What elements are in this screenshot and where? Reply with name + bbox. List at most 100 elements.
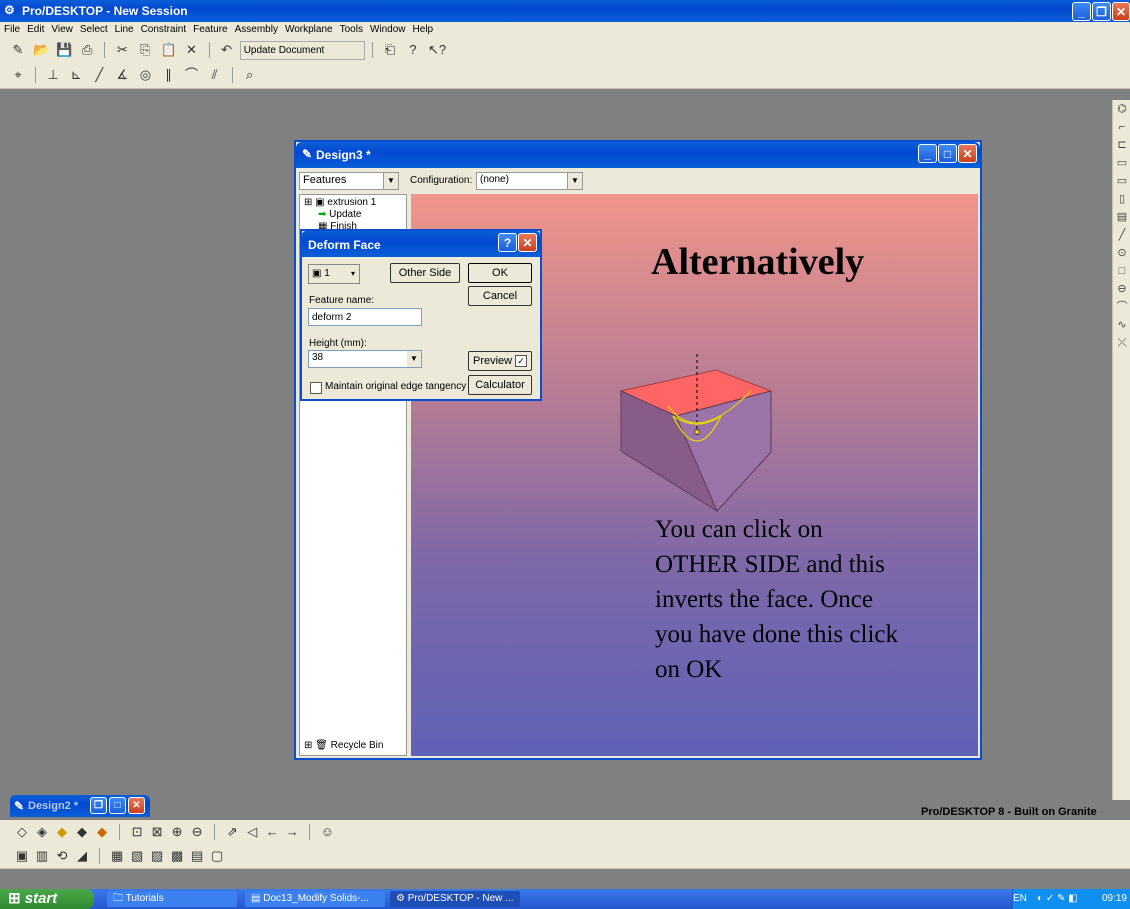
open-icon[interactable]: 📂 — [33, 42, 49, 58]
fillet-icon[interactable]: ▦ — [109, 848, 125, 864]
menu-workplane[interactable]: Workplane — [285, 24, 333, 35]
chevron-down-icon[interactable]: ▾ — [351, 265, 355, 283]
shaded-edges-icon[interactable]: ◆ — [74, 824, 90, 840]
taskbar-item-prodesktop[interactable]: ⚙ Pro/DESKTOP - New ... — [390, 891, 520, 907]
revolve-icon[interactable]: ▥ — [34, 848, 50, 864]
design2-restore-button[interactable]: ❐ — [90, 797, 107, 814]
undo-icon[interactable]: ↶ — [219, 42, 235, 58]
menu-edit[interactable]: Edit — [27, 24, 44, 35]
start-button[interactable]: ⊞ start — [0, 889, 94, 909]
copy-icon[interactable]: ⎘ — [137, 42, 153, 58]
tree-item[interactable]: ➡ Update — [318, 209, 361, 220]
design2-minimized-window[interactable]: ✎ Design2 * ❐ □ ✕ — [10, 795, 150, 817]
zoom-window-icon[interactable]: ⊠ — [149, 824, 165, 840]
enhanced-icon[interactable]: ◆ — [94, 824, 110, 840]
spline-icon[interactable]: ∿ — [1113, 316, 1130, 334]
ellipse-icon[interactable]: ⊖ — [1113, 280, 1130, 298]
height-combo[interactable]: 38 ▼ — [308, 350, 422, 368]
update-document-button[interactable]: Update Document — [239, 40, 365, 60]
close-button[interactable]: ✕ — [1112, 2, 1130, 21]
workplane-icon[interactable]: ⌐ — [1113, 118, 1130, 136]
feature-name-input[interactable] — [308, 308, 422, 326]
menu-window[interactable]: Window — [370, 24, 406, 35]
menu-feature[interactable]: Feature — [193, 24, 227, 35]
design2-close-button[interactable]: ✕ — [128, 797, 145, 814]
minimize-button[interactable]: _ — [1072, 2, 1091, 21]
workplane-icon[interactable]: ⌬ — [1113, 100, 1130, 118]
taskbar-item-tutorials[interactable]: 🗀 Tutorials — [107, 891, 237, 907]
sweep-icon[interactable]: ⟲ — [54, 848, 70, 864]
parallel-icon[interactable]: ∥ — [160, 67, 176, 83]
menu-constraint[interactable]: Constraint — [141, 24, 187, 35]
print-icon[interactable]: ⎙ — [79, 42, 95, 58]
tree-item-recycle[interactable]: ⊞ 🗑 Recycle Bin — [304, 740, 383, 751]
chevron-down-icon[interactable]: ▼ — [407, 351, 421, 367]
dialog-help-button[interactable]: ? — [498, 233, 517, 252]
menu-select[interactable]: Select — [80, 24, 108, 35]
zoom-fit-icon[interactable]: ⊡ — [129, 824, 145, 840]
configuration-select[interactable]: (none) ▼ — [476, 172, 583, 190]
arc-icon[interactable]: ⌒ — [1113, 298, 1130, 316]
arrow-left-icon[interactable]: ← — [264, 824, 280, 840]
thicken-icon[interactable]: ▢ — [209, 848, 225, 864]
browser-select[interactable]: Features ▼ — [299, 172, 399, 190]
vertical-constraint-icon[interactable]: ⊾ — [68, 67, 84, 83]
circle-icon[interactable]: ⊙ — [1113, 244, 1130, 262]
rectangle-icon[interactable]: □ — [1113, 262, 1130, 280]
help-icon[interactable]: ? — [405, 42, 421, 58]
angle-icon[interactable]: ∡ — [114, 67, 130, 83]
design3-minimize-button[interactable]: _ — [918, 144, 937, 163]
wireframe-icon[interactable]: ◇ — [14, 824, 30, 840]
zoom-in-icon[interactable]: ⊕ — [169, 824, 185, 840]
split-icon[interactable]: ▤ — [189, 848, 205, 864]
restore-button[interactable]: ❐ — [1092, 2, 1111, 21]
menu-assembly[interactable]: Assembly — [235, 24, 278, 35]
shell-icon[interactable]: ▨ — [149, 848, 165, 864]
paste-icon[interactable]: 📋 — [160, 42, 176, 58]
extrude-icon[interactable]: ▣ — [14, 848, 30, 864]
equal-icon[interactable]: ⫽ — [207, 67, 223, 83]
menu-view[interactable]: View — [51, 24, 73, 35]
other-side-button[interactable]: Other Side — [390, 263, 460, 283]
delete-icon[interactable]: ✕ — [184, 42, 200, 58]
tree-item[interactable]: ▦ Finish — [318, 221, 357, 229]
chevron-down-icon[interactable]: ▼ — [567, 173, 582, 189]
menu-help[interactable]: Help — [413, 24, 434, 35]
feature-icon[interactable]: ▯ — [1113, 190, 1130, 208]
regenerate-icon[interactable]: ⎗ — [382, 42, 398, 58]
design3-maximize-button[interactable]: □ — [938, 144, 957, 163]
view-orient-icon[interactable]: ⇗ — [224, 824, 240, 840]
preview-toggle[interactable]: Preview ✓ — [468, 351, 532, 371]
horizontal-constraint-icon[interactable]: ⊥ — [45, 67, 61, 83]
menu-file[interactable]: File — [4, 24, 20, 35]
design3-close-button[interactable]: ✕ — [958, 144, 977, 163]
cut-icon[interactable]: ✂ — [114, 42, 130, 58]
shaded-icon[interactable]: ◆ — [54, 824, 70, 840]
hidden-line-icon[interactable]: ◈ — [34, 824, 50, 840]
feature-icon[interactable]: ▭ — [1113, 154, 1130, 172]
feature-icon[interactable]: ▤ — [1113, 208, 1130, 226]
taskbar-item-doc13[interactable]: ▤ Doc13_Modify Solids-... — [245, 891, 385, 907]
feature-icon[interactable]: ▭ — [1113, 172, 1130, 190]
calculator-button[interactable]: Calculator — [468, 375, 532, 395]
workplane-icon[interactable]: ⊏ — [1113, 136, 1130, 154]
chamfer-icon[interactable]: ▧ — [129, 848, 145, 864]
tangency-checkbox[interactable] — [310, 382, 322, 394]
face-picker[interactable]: ▣ 1 ▾ — [308, 264, 360, 284]
sketch-icon[interactable]: ✎ — [10, 42, 26, 58]
design2-maximize-button[interactable]: □ — [109, 797, 126, 814]
save-icon[interactable]: 💾 — [56, 42, 72, 58]
tray-icons[interactable]: ◐ ✓ ✎ ◧ — [1037, 889, 1078, 909]
zoom-icon[interactable]: ⌕ — [242, 67, 258, 83]
menu-tools[interactable]: Tools — [340, 24, 363, 35]
tangent-icon[interactable]: ⌒ — [184, 67, 200, 83]
zoom-out-icon[interactable]: ⊖ — [189, 824, 205, 840]
view-back-icon[interactable]: ◁ — [244, 824, 260, 840]
menu-line[interactable]: Line — [115, 24, 134, 35]
trim-icon[interactable]: ⤫ — [1113, 334, 1130, 352]
line-icon[interactable]: ╱ — [91, 67, 107, 83]
dialog-close-button[interactable]: ✕ — [518, 233, 537, 252]
smiley-icon[interactable]: ☺ — [319, 824, 335, 840]
chevron-down-icon[interactable]: ▼ — [383, 173, 398, 189]
arrow-right-icon[interactable]: → — [284, 824, 300, 840]
